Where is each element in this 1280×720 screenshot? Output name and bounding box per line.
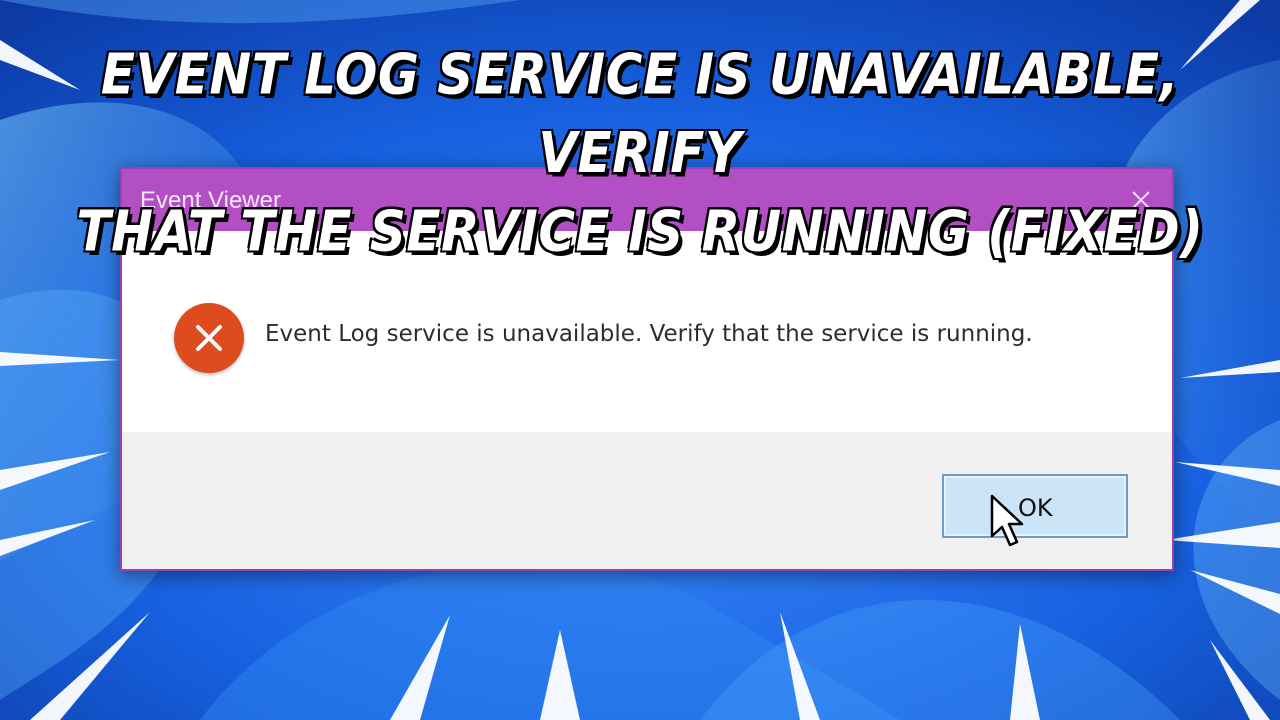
ok-button[interactable]: OK [942,474,1128,538]
headline-line-1: EVENT LOG SERVICE IS UNAVAILABLE, VERIFY [99,40,1180,187]
error-icon [174,303,244,373]
headline-line-2: THAT THE SERVICE IS RUNNING (FIXED) [75,197,1205,265]
error-message: Event Log service is unavailable. Verify… [265,321,1033,347]
mouse-pointer-icon [990,494,1024,547]
video-headline: EVENT LOG SERVICE IS UNAVAILABLE, VERIFY… [0,35,1280,270]
